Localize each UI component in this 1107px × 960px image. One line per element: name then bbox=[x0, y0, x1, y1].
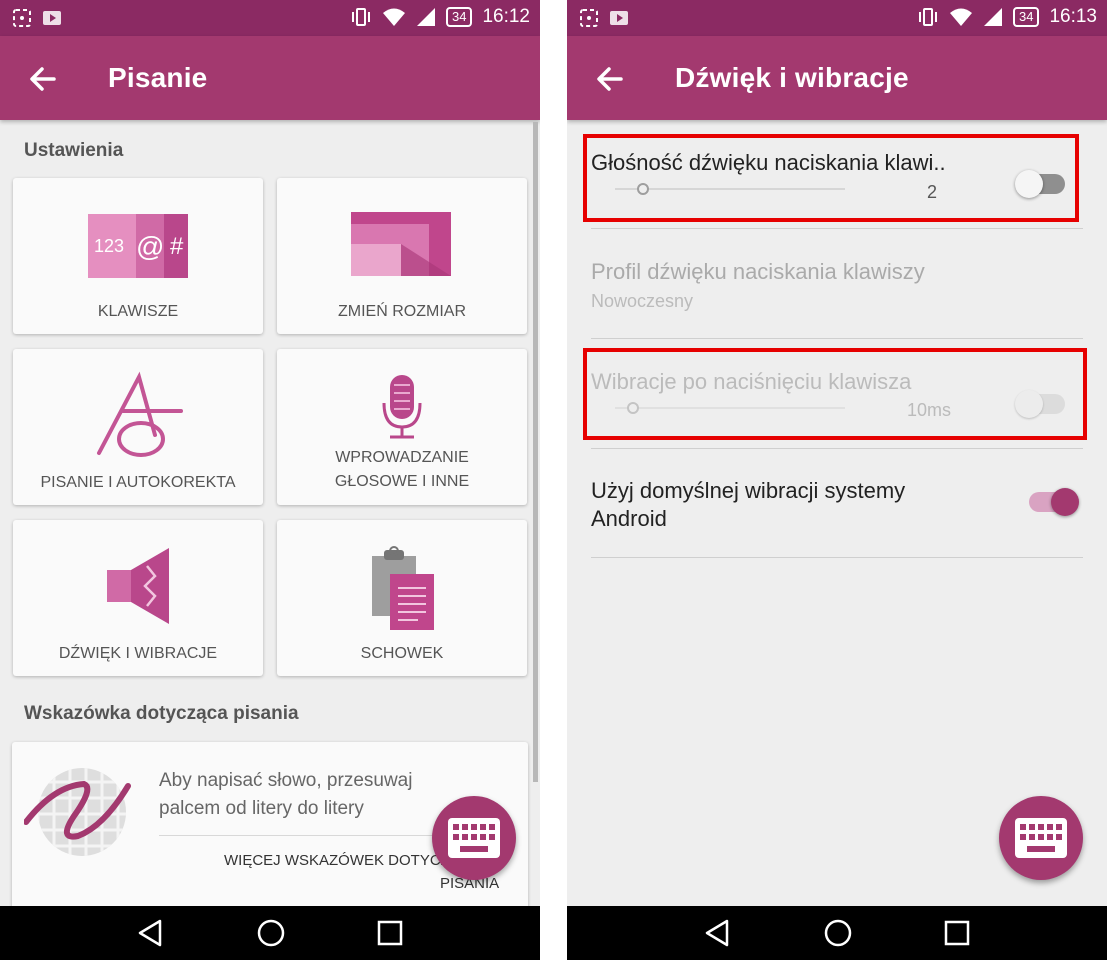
battery-level: 34 bbox=[445, 7, 473, 27]
phone-screen-sound: 34 16:13 Dźwięk i wibracje Głośność dźwi… bbox=[567, 0, 1107, 960]
status-bar: 34 16:13 bbox=[567, 0, 1107, 36]
tile-label: DŹWIĘK I WIBRACJE bbox=[58, 645, 218, 662]
back-arrow-icon[interactable] bbox=[593, 62, 627, 96]
tile-label: ZMIEŃ ROZMIAR bbox=[338, 303, 466, 320]
svg-text:@: @ bbox=[136, 231, 164, 262]
wifi-icon bbox=[949, 8, 972, 26]
clock: 16:12 bbox=[482, 6, 530, 27]
tile-resize[interactable]: ZMIEŃ ROZMIAR bbox=[277, 178, 527, 334]
resize-icon bbox=[351, 212, 451, 276]
play-store-icon bbox=[610, 11, 628, 25]
toggle-knob bbox=[1051, 488, 1079, 516]
signal-icon bbox=[416, 8, 435, 26]
hint-divider bbox=[159, 835, 448, 836]
keys-icon: 123 @ # bbox=[88, 214, 188, 278]
phone-screen-typing: 34 16:12 Pisanie Ustawienia 123 @ # KLAW… bbox=[0, 0, 540, 960]
play-store-icon bbox=[43, 11, 61, 25]
divider bbox=[591, 228, 1083, 229]
vibrate-icon bbox=[918, 8, 937, 26]
setting-subtitle: Nowoczesny bbox=[591, 291, 694, 311]
setting-title: Profil dźwięku naciskania klawiszy bbox=[591, 259, 925, 284]
nav-recents-icon[interactable] bbox=[376, 918, 404, 948]
tile-label: KLAWISZE bbox=[97, 303, 179, 320]
tile-keys[interactable]: 123 @ # KLAWISZE bbox=[13, 178, 263, 334]
tile-label: PISANIE I AUTOKOREKTA bbox=[40, 474, 236, 491]
keyboard-fab[interactable] bbox=[999, 796, 1083, 880]
nav-home-icon[interactable] bbox=[256, 918, 286, 948]
navigation-bar bbox=[0, 906, 540, 960]
battery-level: 34 bbox=[1012, 7, 1040, 27]
keyboard-icon bbox=[448, 818, 500, 858]
tile-clipboard[interactable]: SCHOWEK bbox=[277, 520, 527, 676]
more-tips-link[interactable]: WIĘCEJ WSKAZÓWEK DOTYCZ bbox=[224, 852, 442, 869]
tile-autocorrect[interactable]: PISANIE I AUTOKOREKTA bbox=[13, 349, 263, 505]
divider bbox=[591, 338, 1083, 339]
svg-text:#: # bbox=[170, 233, 184, 260]
nav-back-icon[interactable] bbox=[136, 918, 164, 948]
keyboard-icon bbox=[1015, 818, 1067, 858]
keyboard-fab[interactable] bbox=[432, 796, 516, 880]
swipe-typing-icon bbox=[24, 768, 131, 856]
divider bbox=[591, 557, 1083, 558]
tile-label-line2: GŁOSOWE I INNE bbox=[334, 473, 470, 490]
tile-voice-input[interactable]: WPROWADZANIE GŁOSOWE I INNE bbox=[277, 349, 527, 505]
divider bbox=[591, 448, 1083, 449]
app-bar: Dźwięk i wibracje bbox=[567, 36, 1107, 120]
navigation-bar bbox=[567, 906, 1107, 960]
screenshot-icon bbox=[13, 9, 31, 27]
highlight-box-volume bbox=[583, 134, 1079, 222]
tile-label: SCHOWEK bbox=[360, 645, 444, 662]
page-title: Dźwięk i wibracje bbox=[675, 62, 909, 93]
setting-title-line2: Android bbox=[591, 506, 667, 531]
scrollbar[interactable] bbox=[533, 122, 538, 782]
microphone-icon bbox=[382, 375, 422, 439]
section-hint-header: Wskazówka dotycząca pisania bbox=[24, 703, 299, 724]
nav-back-icon[interactable] bbox=[703, 918, 731, 948]
hint-text-line2: palcem od litery do litery bbox=[159, 798, 364, 819]
speaker-icon bbox=[107, 548, 169, 624]
section-settings-header: Ustawienia bbox=[24, 140, 124, 161]
nav-home-icon[interactable] bbox=[823, 918, 853, 948]
hint-text-line1: Aby napisać słowo, przesuwaj bbox=[159, 770, 413, 791]
page-title: Pisanie bbox=[108, 62, 208, 93]
vibrate-icon bbox=[351, 8, 370, 26]
nav-recents-icon[interactable] bbox=[943, 918, 971, 948]
back-arrow-icon[interactable] bbox=[26, 62, 60, 96]
system-vibration-toggle[interactable] bbox=[1029, 488, 1079, 516]
clock: 16:13 bbox=[1049, 6, 1097, 27]
tile-label-line1: WPROWADZANIE bbox=[335, 449, 469, 466]
highlight-box-vibration bbox=[583, 348, 1087, 440]
status-bar: 34 16:12 bbox=[0, 0, 540, 36]
svg-text:123: 123 bbox=[94, 236, 124, 256]
signal-icon bbox=[983, 8, 1002, 26]
app-bar: Pisanie bbox=[0, 36, 540, 120]
screenshot-icon bbox=[580, 9, 598, 27]
autocorrect-icon bbox=[97, 371, 183, 457]
wifi-icon bbox=[382, 8, 405, 26]
clipboard-icon bbox=[372, 546, 434, 630]
setting-title-line1: Użyj domyślnej wibracji systemy bbox=[591, 478, 906, 503]
tile-sound-vibration[interactable]: DŹWIĘK I WIBRACJE bbox=[13, 520, 263, 676]
